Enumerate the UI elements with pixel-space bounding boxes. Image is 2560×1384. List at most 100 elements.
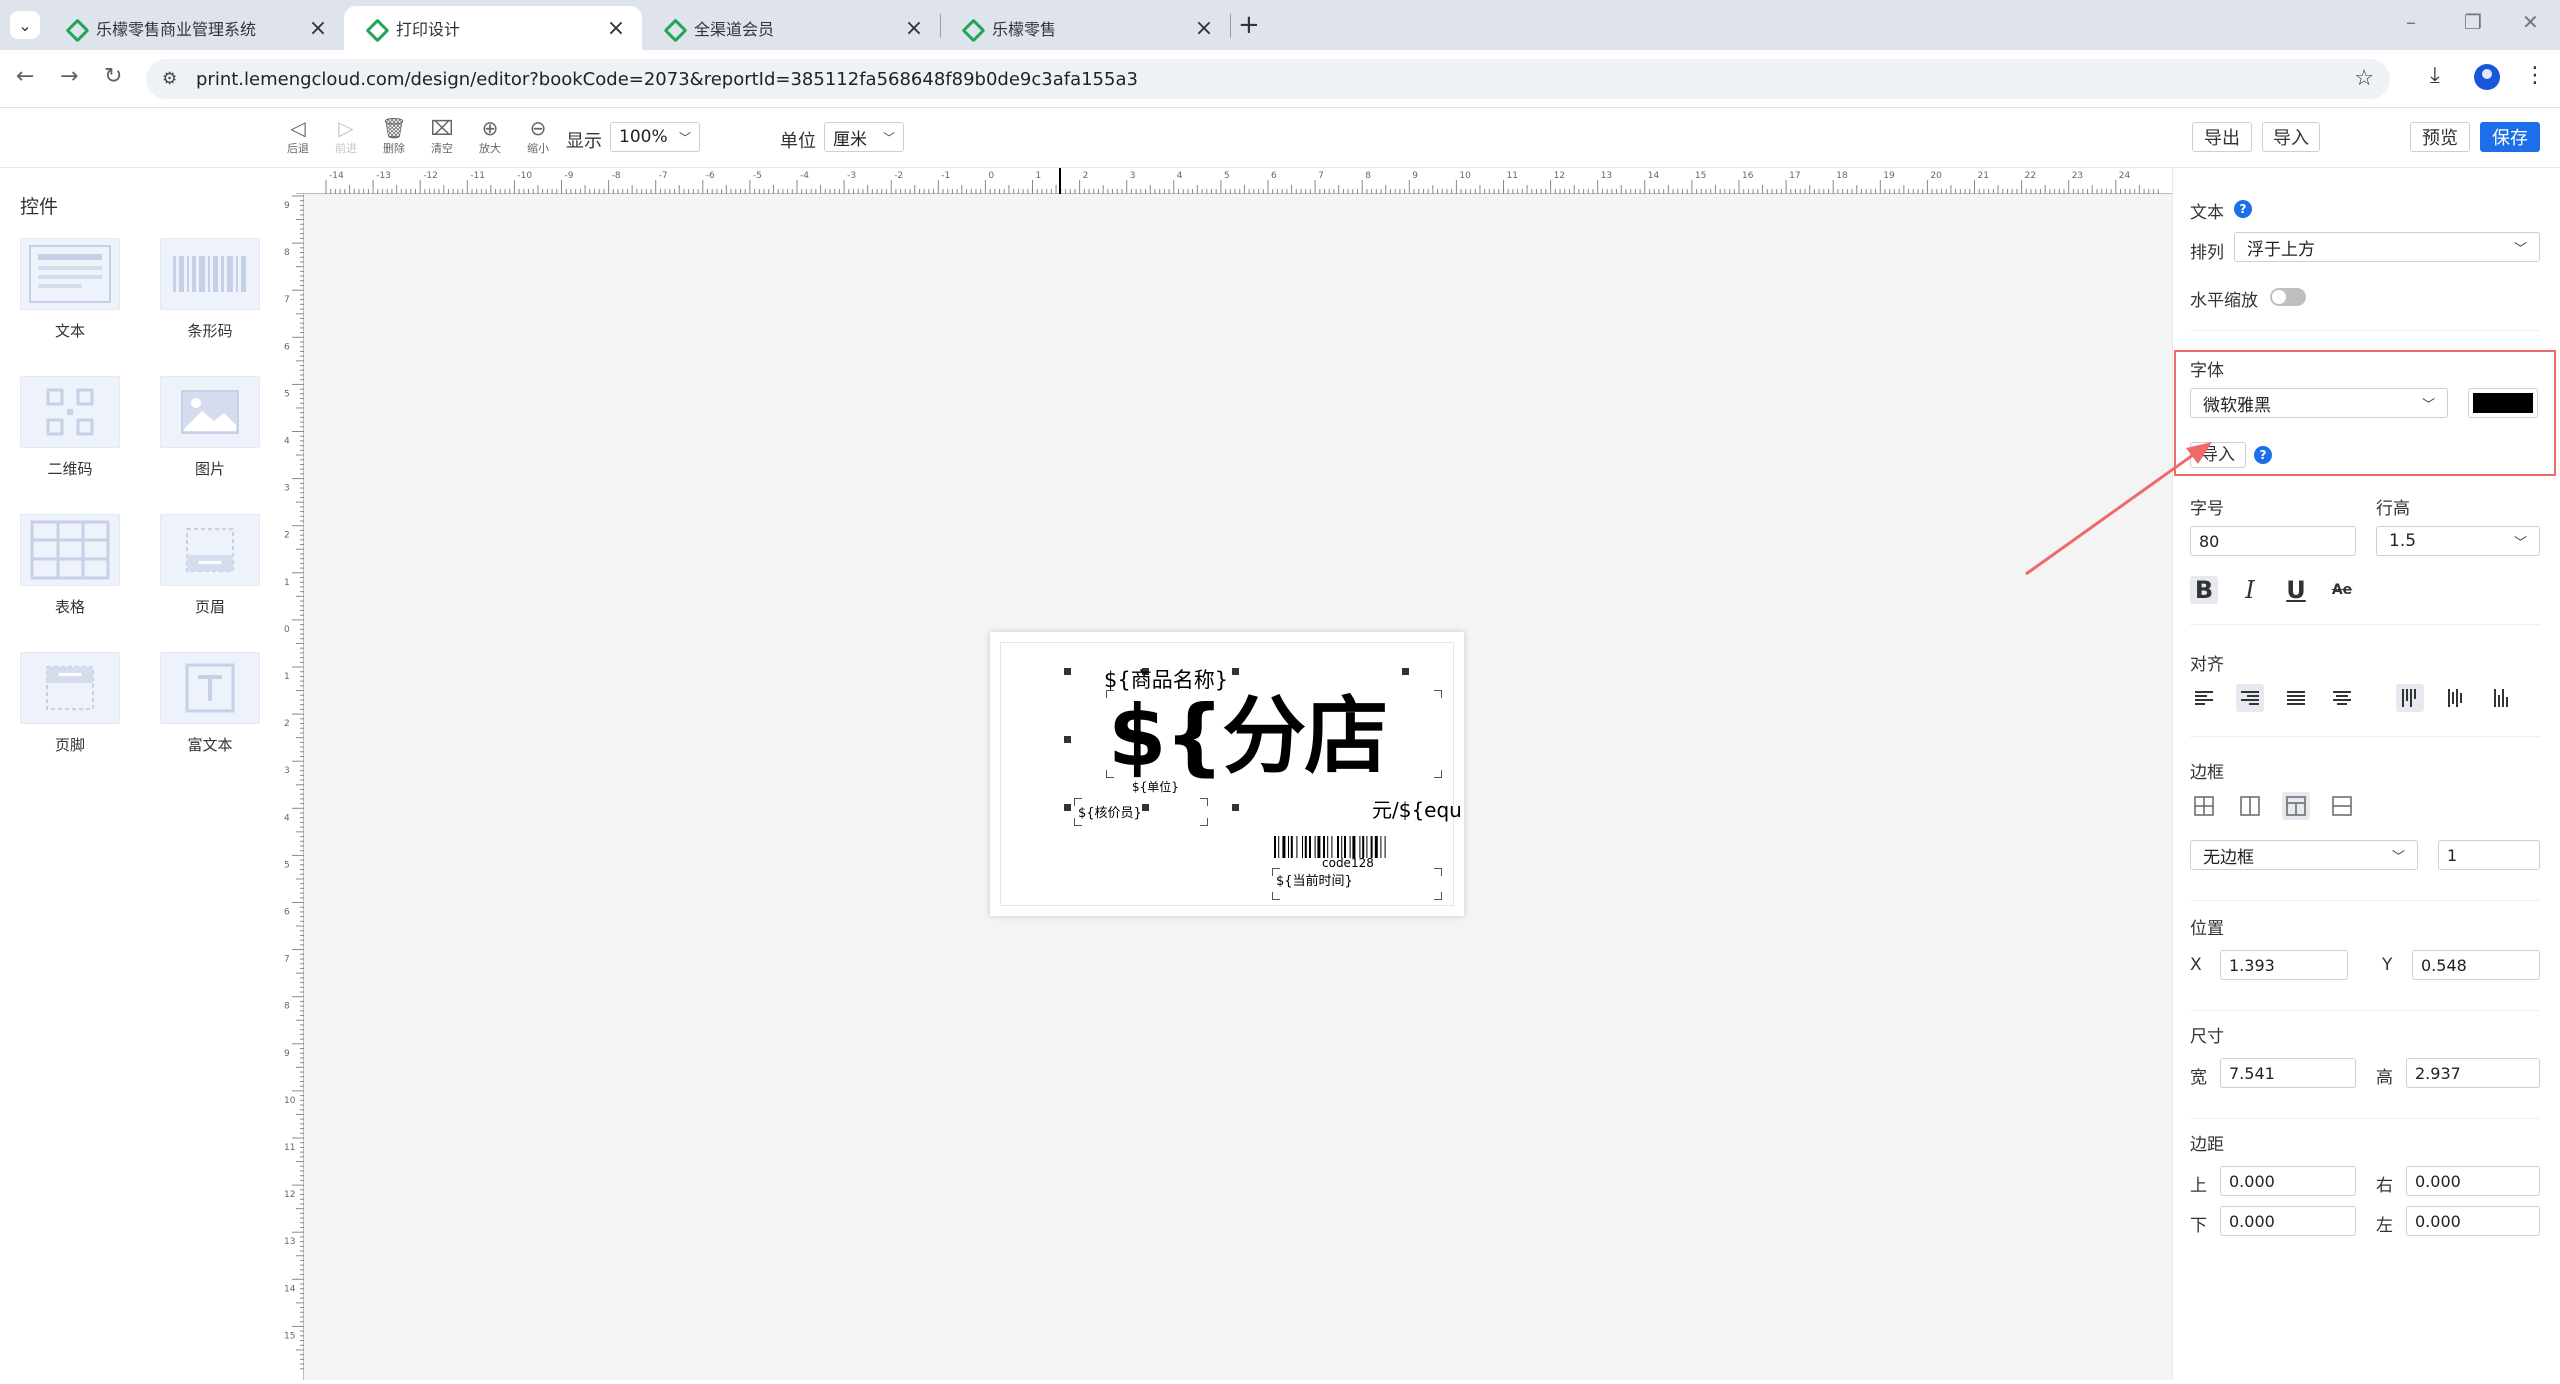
ruler-label: 18 — [1836, 171, 1848, 181]
price-checker-field[interactable]: ${核价员} — [1078, 802, 1142, 821]
align-right-button[interactable] — [2236, 684, 2264, 712]
tab-omnichannel-member[interactable]: 全渠道会员 × — [642, 6, 940, 50]
margin-right-input[interactable]: 0.000 — [2406, 1166, 2540, 1196]
minimize-icon[interactable]: – — [2406, 10, 2416, 34]
arrange-select[interactable]: 浮于上方 ﹀ — [2234, 232, 2540, 262]
more-menu-icon[interactable]: ⋮ — [2524, 63, 2546, 88]
bookmark-star-icon[interactable]: ☆ — [2354, 66, 2374, 91]
margin-top-input[interactable]: 0.000 — [2220, 1166, 2356, 1196]
resize-handle[interactable] — [1064, 804, 1071, 811]
margin-bottom-input[interactable]: 0.000 — [2220, 1206, 2356, 1236]
zoom-out-button[interactable]: ⊖ 缩小 — [518, 116, 558, 156]
element-corner-mark — [1200, 798, 1208, 806]
resize-handle[interactable] — [1064, 736, 1071, 743]
italic-button[interactable]: I — [2236, 576, 2264, 604]
delete-button[interactable]: 🗑 删除 — [374, 116, 414, 156]
tab-lemon-retail[interactable]: 乐檬零售 × — [940, 6, 1230, 50]
margin-left-input[interactable]: 0.000 — [2406, 1206, 2540, 1236]
resize-handle[interactable] — [1232, 668, 1239, 675]
help-icon[interactable]: ? — [2234, 200, 2252, 218]
save-button[interactable]: 保存 — [2480, 122, 2540, 152]
widget-footer[interactable]: 页脚 — [20, 652, 120, 755]
widget-text[interactable]: 文本 — [20, 238, 120, 341]
font-size-input[interactable]: 80 — [2190, 526, 2356, 556]
download-icon[interactable]: ⤓ — [2430, 63, 2440, 88]
tab-search-button[interactable]: ⌄ — [10, 11, 40, 39]
design-canvas[interactable]: ${商品名称} ${分店 ${单位} ${核价员} 元/${equ code12… — [304, 194, 2172, 1380]
strikethrough-button[interactable]: Ae — [2328, 576, 2356, 604]
align-justify-button[interactable] — [2282, 684, 2310, 712]
tab-retail-management[interactable]: 乐檬零售商业管理系统 × — [44, 6, 344, 50]
undo-button[interactable]: ◁ 后退 — [278, 116, 318, 156]
valign-bottom-button[interactable] — [2488, 684, 2516, 712]
forward-arrow-icon[interactable]: → — [60, 64, 78, 89]
border-width-input[interactable]: 1 — [2438, 840, 2540, 870]
help-icon[interactable]: ? — [2254, 446, 2272, 464]
ruler-label: 4 — [1177, 171, 1183, 181]
site-settings-icon[interactable]: ⚙ — [162, 69, 177, 89]
align-center-button[interactable] — [2328, 684, 2356, 712]
border-all-button[interactable] — [2190, 792, 2218, 820]
font-color-picker[interactable] — [2468, 388, 2538, 418]
close-icon[interactable]: × — [1192, 16, 1216, 41]
horizontal-scale-toggle[interactable] — [2270, 288, 2306, 306]
back-arrow-icon[interactable]: ← — [16, 64, 34, 89]
position-y-input[interactable]: 0.548 — [2412, 950, 2540, 980]
line-height-select[interactable]: 1.5 ﹀ — [2376, 526, 2540, 556]
store-field[interactable]: ${分店 — [1108, 688, 1388, 784]
resize-handle[interactable] — [1142, 804, 1149, 811]
currency-field[interactable]: 元/${equ — [1372, 794, 1462, 823]
url-input[interactable]: ⚙ print.lemengcloud.com/design/editor?bo… — [146, 59, 2390, 99]
font-family-select[interactable]: 微软雅黑 ﹀ — [2190, 388, 2448, 418]
import-button[interactable]: 导入 — [2262, 122, 2320, 152]
resize-handle[interactable] — [1064, 668, 1071, 675]
current-time-field[interactable]: ${当前时间} — [1276, 870, 1353, 889]
border-outer-button[interactable] — [2282, 792, 2310, 820]
width-input[interactable]: 7.541 — [2220, 1058, 2356, 1088]
ruler-label: 2 — [1083, 171, 1089, 181]
clear-button[interactable]: ⌧ 清空 — [422, 116, 462, 156]
widget-image[interactable]: 图片 — [160, 376, 260, 479]
ruler-label: -8 — [612, 171, 621, 181]
close-icon[interactable]: × — [306, 16, 330, 41]
widget-rich-text[interactable]: 富文本 — [160, 652, 260, 755]
border-vertical-button[interactable] — [2236, 792, 2264, 820]
reload-icon[interactable]: ↻ — [104, 64, 122, 89]
import-font-button[interactable]: 导入 — [2190, 442, 2246, 468]
underline-button[interactable]: U — [2282, 576, 2310, 604]
resize-handle[interactable] — [1402, 668, 1409, 675]
zoom-in-button[interactable]: ⊕ 放大 — [470, 116, 510, 156]
widget-table[interactable]: 表格 — [20, 514, 120, 617]
element-corner-mark — [1434, 892, 1442, 900]
new-tab-button[interactable]: + — [1238, 10, 1260, 40]
label-paper[interactable]: ${商品名称} ${分店 ${单位} ${核价员} 元/${equ code12… — [990, 632, 1464, 916]
profile-avatar-icon[interactable] — [2474, 64, 2500, 90]
export-button[interactable]: 导出 — [2192, 122, 2252, 152]
zoom-select[interactable]: 100% ﹀ — [610, 122, 700, 152]
resize-handle[interactable] — [1232, 804, 1239, 811]
barcode-bar — [1344, 836, 1346, 858]
widget-header[interactable]: 页眉 — [160, 514, 260, 617]
qrcode-icon — [20, 376, 120, 448]
window-close-icon[interactable]: ✕ — [2522, 10, 2539, 34]
redo-button[interactable]: ▷ 前进 — [326, 116, 366, 156]
restore-icon[interactable]: ❐ — [2464, 10, 2482, 34]
valign-top-button[interactable] — [2396, 684, 2424, 712]
ruler-label: 11 — [284, 1143, 295, 1153]
valign-middle-button[interactable] — [2442, 684, 2470, 712]
footer-icon — [20, 652, 120, 724]
preview-button[interactable]: 预览 — [2410, 122, 2470, 152]
widget-barcode[interactable]: 条形码 — [160, 238, 260, 341]
align-left-button[interactable] — [2190, 684, 2218, 712]
tab-print-design[interactable]: 打印设计 × — [344, 6, 642, 50]
unit-field[interactable]: ${单位} — [1132, 778, 1179, 795]
bold-button[interactable]: B — [2190, 576, 2218, 604]
close-icon[interactable]: × — [604, 16, 628, 41]
close-icon[interactable]: × — [902, 16, 926, 41]
height-input[interactable]: 2.937 — [2406, 1058, 2540, 1088]
position-x-input[interactable]: 1.393 — [2220, 950, 2348, 980]
border-horizontal-button[interactable] — [2328, 792, 2356, 820]
border-style-select[interactable]: 无边框 ﹀ — [2190, 840, 2418, 870]
unit-select[interactable]: 厘米 ﹀ — [824, 122, 904, 152]
widget-qrcode[interactable]: 二维码 — [20, 376, 120, 479]
